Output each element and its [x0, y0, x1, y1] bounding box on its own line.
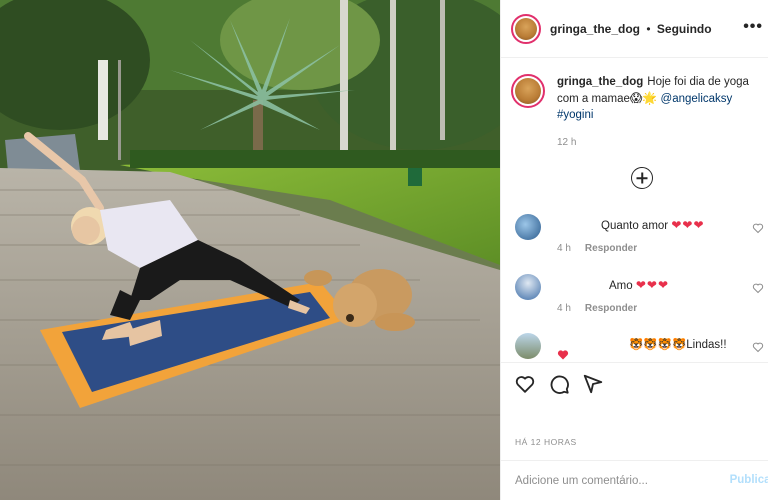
comment-item: Amo ❤❤❤ 4 h Responder [511, 274, 766, 320]
comment-text: Amo ❤❤❤ [609, 278, 669, 292]
commenter-avatar[interactable] [515, 214, 541, 240]
load-more-comments-icon[interactable] [631, 167, 653, 189]
header-separator: • [646, 21, 651, 36]
comment-body: 🐯🐯🐯🐯Lindas!! [629, 339, 727, 351]
post-side-panel: gringa_the_dog • Seguindo ••• gringa_the… [500, 0, 768, 500]
add-comment-bar: Publicar [501, 460, 768, 500]
commenter-avatar[interactable] [515, 333, 541, 359]
caption-emojis: 😱🌟 [629, 91, 658, 105]
heart-outline-icon[interactable] [752, 282, 764, 294]
comment-item: Quanto amor ❤❤❤ 4 h Responder [511, 214, 766, 260]
heart-emojis: ❤❤❤ [671, 218, 705, 232]
comment-meta: 4 h Responder [557, 243, 637, 254]
comment-input[interactable] [515, 471, 705, 491]
post-photo[interactable] [0, 0, 500, 500]
caption-text: gringa_the_dog Hoje foi dia de yoga com a… [557, 74, 761, 123]
post-timestamp[interactable]: HÁ 12 HORAS [515, 437, 577, 447]
comment-text: 🐯🐯🐯🐯Lindas!! [629, 337, 727, 351]
header-username[interactable]: gringa_the_dog [550, 22, 640, 36]
comment-body: Amo [609, 280, 633, 292]
comment-body: Quanto amor [601, 220, 669, 232]
caption-hashtag-link[interactable]: #yogini [557, 109, 593, 121]
profile-avatar[interactable] [511, 13, 541, 44]
like-heart-icon[interactable] [514, 373, 536, 395]
yoga-photo-illustration [0, 0, 500, 500]
heart-emojis: ❤❤❤ [635, 278, 670, 292]
post-actions [501, 362, 768, 404]
post-caption: gringa_the_dog Hoje foi dia de yoga com a… [511, 74, 761, 148]
caption-avatar[interactable] [511, 74, 545, 108]
caption-timestamp[interactable]: 12 h [557, 137, 761, 148]
caption-mention-link[interactable]: @angelicaksy [661, 93, 733, 105]
following-button[interactable]: Seguindo [657, 22, 712, 36]
reply-button[interactable]: Responder [585, 303, 637, 314]
heart-outline-icon[interactable] [752, 341, 764, 353]
comment-meta: 4 h Responder [557, 303, 637, 314]
reply-button[interactable]: Responder [585, 243, 637, 254]
comment-text: Quanto amor ❤❤❤ [601, 218, 705, 232]
comment-bubble-icon[interactable] [548, 373, 570, 395]
liked-heart-icon [557, 350, 569, 360]
share-send-icon[interactable] [582, 373, 604, 395]
caption-username[interactable]: gringa_the_dog [557, 76, 643, 88]
more-options-icon[interactable]: ••• [743, 18, 763, 36]
comment-time[interactable]: 4 h [557, 303, 571, 314]
commenter-avatar[interactable] [515, 274, 541, 300]
publish-button[interactable]: Publicar [730, 474, 768, 486]
comment-time[interactable]: 4 h [557, 243, 571, 254]
post-header: gringa_the_dog • Seguindo ••• [501, 0, 768, 58]
heart-outline-icon[interactable] [752, 222, 764, 234]
